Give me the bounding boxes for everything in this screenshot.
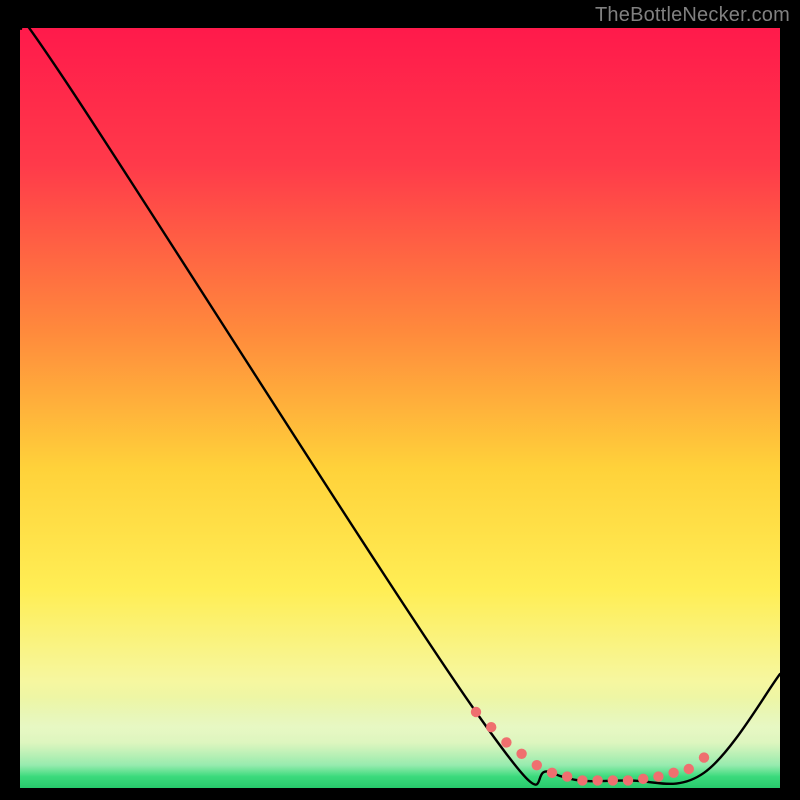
chart-svg [20, 28, 780, 788]
dot [562, 771, 572, 781]
dot [653, 771, 663, 781]
dot [699, 752, 709, 762]
dot [516, 749, 526, 759]
dot [592, 775, 602, 785]
dot [608, 775, 618, 785]
pale-band-overlay [20, 28, 780, 788]
dot [668, 768, 678, 778]
dot [577, 775, 587, 785]
attribution-text: TheBottleNecker.com [595, 4, 790, 27]
dot [547, 768, 557, 778]
dot [486, 722, 496, 732]
chart-container: TheBottleNecker.com [0, 0, 800, 800]
dot [684, 764, 694, 774]
dot [623, 775, 633, 785]
dot [532, 760, 542, 770]
dot [638, 774, 648, 784]
dot [501, 737, 511, 747]
dot [471, 707, 481, 717]
plot-area [20, 28, 780, 788]
